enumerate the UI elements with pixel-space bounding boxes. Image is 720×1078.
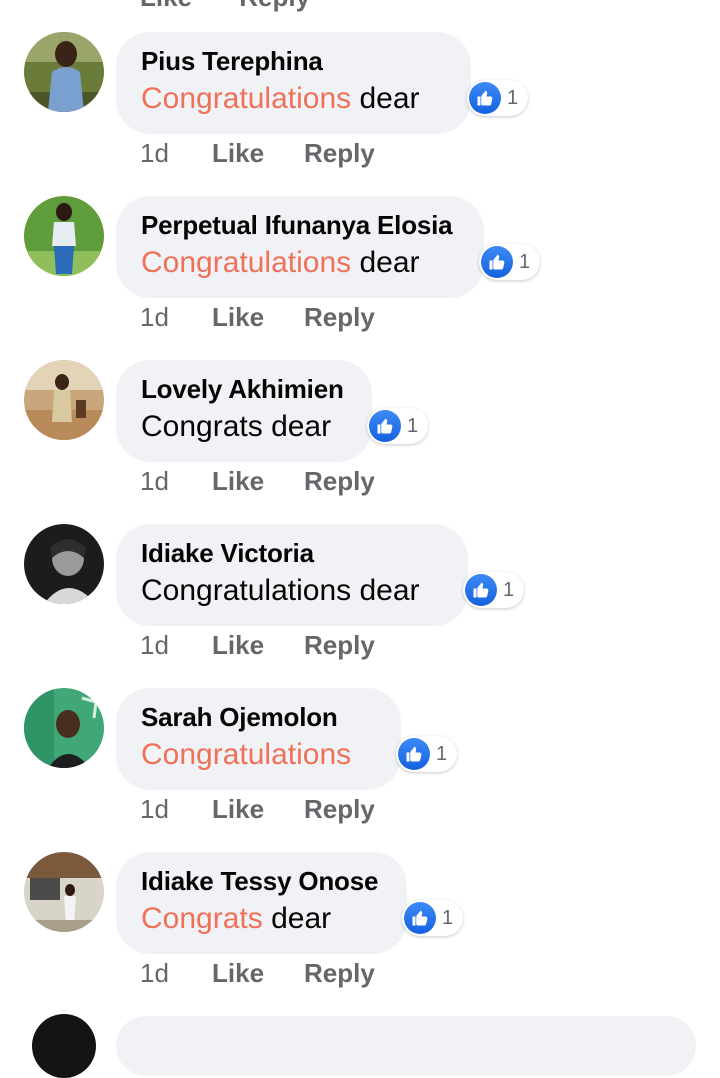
comment-time[interactable]: 1d: [140, 466, 212, 497]
comment-text: Congratulations dear: [141, 244, 458, 282]
comment-highlight[interactable]: Congrats: [141, 902, 263, 935]
comment-text: Congratulations dear: [141, 572, 442, 610]
reaction-pill[interactable]: 1: [402, 900, 464, 936]
thumbs-up-icon: [398, 738, 430, 770]
comment-bubble: Sarah Ojemolon Congratulations: [116, 688, 401, 790]
comment-item: Idiake Victoria Congratulations dear 1 1…: [0, 524, 720, 688]
reaction-count: 1: [519, 250, 531, 273]
comment-bubble: Pius Terephina Congratulations dear: [116, 32, 471, 134]
reaction-pill[interactable]: 1: [467, 80, 529, 116]
comment-item: Perpetual Ifunanya Elosia Congratulation…: [0, 196, 720, 360]
comment-time[interactable]: 1d: [140, 794, 212, 825]
comment-bubble: Idiake Tessy Onose Congrats dear: [116, 852, 407, 954]
comment-text-rest: Congrats dear: [141, 410, 332, 443]
comment-text-rest: dear: [351, 82, 420, 115]
comment-bubble: [116, 1016, 696, 1076]
comment-item: Sarah Ojemolon Congratulations 1 1d Like…: [0, 688, 720, 852]
avatar[interactable]: [24, 196, 104, 276]
comment-time[interactable]: 1d: [140, 302, 212, 333]
reaction-pill[interactable]: 1: [463, 572, 525, 608]
reaction-count: 1: [507, 86, 519, 109]
comment-highlight[interactable]: Congratulations: [141, 82, 351, 115]
thumbs-up-icon: [469, 82, 501, 114]
comment-text: Congratulations: [141, 736, 375, 774]
reaction-count: 1: [503, 578, 515, 601]
reaction-pill[interactable]: 1: [367, 408, 429, 444]
avatar[interactable]: [32, 1014, 96, 1078]
comment-item: Pius Terephina Congratulations dear 1 1d…: [0, 32, 720, 196]
reply-link[interactable]: Reply: [304, 302, 375, 333]
comment-highlight[interactable]: Congratulations: [141, 246, 351, 279]
comment-bubble: Idiake Victoria Congratulations dear: [116, 524, 468, 626]
comment-actions: 1d Like Reply: [140, 138, 375, 169]
comment-item: Idiake Tessy Onose Congrats dear 1 1d Li…: [0, 852, 720, 1016]
reaction-count: 1: [436, 742, 448, 765]
comment-time[interactable]: 1d: [140, 138, 212, 169]
comment-actions: 1d Like Reply: [140, 466, 375, 497]
comment-actions: 1d Like Reply: [140, 794, 375, 825]
comment-actions: 1d Like Reply: [140, 302, 375, 333]
thumbs-up-icon: [481, 246, 513, 278]
comment-text: Congratulations dear: [141, 80, 445, 118]
like-link[interactable]: Like: [212, 794, 304, 825]
comment-text-rest: dear: [351, 246, 420, 279]
avatar[interactable]: [24, 32, 104, 112]
comment-actions: 1d Like Reply: [140, 630, 375, 661]
comment-time[interactable]: 1d: [140, 958, 212, 989]
comment-author[interactable]: Pius Terephina: [141, 44, 445, 78]
thumbs-up-icon: [369, 410, 401, 442]
avatar[interactable]: [24, 360, 104, 440]
comment-bubble: Lovely Akhimien Congrats dear: [116, 360, 372, 462]
reaction-pill[interactable]: 1: [396, 736, 458, 772]
like-link[interactable]: Like: [212, 958, 304, 989]
avatar[interactable]: [24, 688, 104, 768]
avatar[interactable]: [24, 524, 104, 604]
reply-link[interactable]: Reply: [304, 630, 375, 661]
reply-link[interactable]: Reply: [304, 138, 375, 169]
like-link[interactable]: Like: [212, 138, 304, 169]
comment-author[interactable]: Sarah Ojemolon: [141, 700, 375, 734]
comment-author[interactable]: Perpetual Ifunanya Elosia: [141, 208, 458, 242]
comment-text-rest: Congratulations dear: [141, 574, 420, 607]
comment-time[interactable]: 1d: [140, 630, 212, 661]
previous-reply-link[interactable]: Reply: [239, 0, 310, 12]
comment-text: Congrats dear: [141, 900, 381, 938]
comment-highlight[interactable]: Congratulations: [141, 738, 351, 771]
avatar[interactable]: [24, 852, 104, 932]
like-link[interactable]: Like: [212, 630, 304, 661]
reaction-pill[interactable]: 1: [479, 244, 541, 280]
like-link[interactable]: Like: [212, 466, 304, 497]
comment-text: Congrats dear: [141, 408, 346, 446]
previous-like-link[interactable]: Like: [140, 0, 192, 12]
reply-link[interactable]: Reply: [304, 794, 375, 825]
reaction-count: 1: [442, 906, 454, 929]
reply-link[interactable]: Reply: [304, 466, 375, 497]
like-link[interactable]: Like: [212, 302, 304, 333]
thumbs-up-icon: [465, 574, 497, 606]
previous-comment-actions: Like Reply: [140, 0, 350, 13]
comment-text-rest: dear: [262, 902, 332, 935]
comment-author[interactable]: Idiake Tessy Onose: [141, 864, 381, 898]
comment-actions: 1d Like Reply: [140, 958, 375, 989]
comment-bubble: Perpetual Ifunanya Elosia Congratulation…: [116, 196, 484, 298]
comment-item: Lovely Akhimien Congrats dear 1 1d Like …: [0, 360, 720, 524]
comment-author[interactable]: Lovely Akhimien: [141, 372, 346, 406]
comment-author[interactable]: Idiake Victoria: [141, 536, 442, 570]
reaction-count: 1: [407, 414, 419, 437]
thumbs-up-icon: [404, 902, 436, 934]
reply-link[interactable]: Reply: [304, 958, 375, 989]
